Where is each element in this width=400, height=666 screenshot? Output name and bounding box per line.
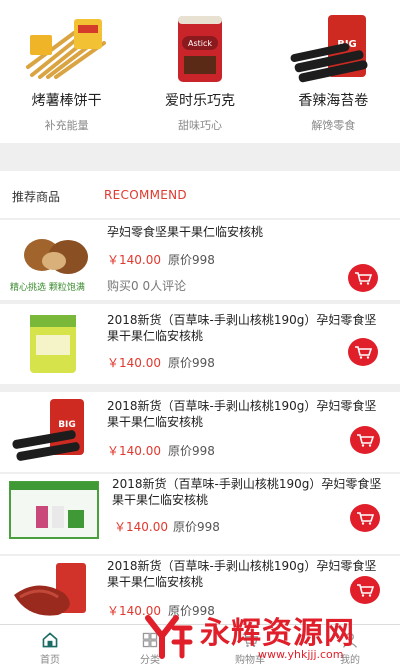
- recommend-header: 推荐商品 RECOMMEND: [0, 171, 400, 219]
- cart-icon: [355, 272, 372, 285]
- product-row[interactable]: 2018新货（百草味-手剥山核桃190g）孕妇零食坚果干果仁临安核桃 ￥140.…: [0, 304, 400, 384]
- add-to-cart-button[interactable]: [350, 504, 380, 532]
- cart-icon: [357, 512, 374, 525]
- watermark-url: www.yhkjjj.com: [258, 648, 344, 661]
- chocolate-tin-image: Astick: [145, 10, 254, 86]
- product-title: 2018新货（百草味-手剥山核桃190g）孕妇零食坚果干果仁临安核桃: [107, 313, 377, 343]
- svg-text:Astick: Astick: [188, 39, 212, 48]
- svg-text:BIG: BIG: [58, 420, 76, 430]
- product-row[interactable]: 精心挑选 颗粒饱满 孕妇零食坚果干果仁临安核桃 ￥140.00 原价998 购买…: [0, 220, 400, 300]
- category-name: 香辣海苔卷: [298, 93, 369, 109]
- category-strip: 烤薯棒饼干 补充能量 Astick 爱时乐巧克 甜味巧心 BIG: [0, 0, 400, 143]
- watermark-text: 永辉资源网: [200, 616, 355, 651]
- tab-home[interactable]: 首页: [0, 625, 100, 666]
- product-original-price: 原价998: [168, 444, 215, 458]
- watermark: 永辉资源网 www.yhkjjj.com: [140, 606, 398, 666]
- image-caption: 精心挑选 颗粒饱满: [10, 283, 85, 293]
- jerky-image: [8, 556, 98, 622]
- product-price: ￥140.00: [107, 356, 161, 370]
- product-original-price: 原价998: [173, 520, 220, 534]
- product-row[interactable]: 2018新货（百草味-手剥山核桃190g）孕妇零食坚果干果仁临安核桃 ￥140.…: [0, 474, 400, 554]
- product-price: ￥140.00: [114, 520, 168, 534]
- category-subtitle: 补充能量: [44, 119, 89, 132]
- add-to-cart-button[interactable]: [348, 338, 378, 366]
- category-card-sticks[interactable]: 烤薯棒饼干 补充能量: [0, 0, 133, 143]
- add-to-cart-button[interactable]: [350, 426, 380, 454]
- product-price: ￥140.00: [107, 444, 161, 458]
- product-title: 2018新货（百草味-手剥山核桃190g）孕妇零食坚果干果仁临安核桃: [107, 399, 377, 429]
- category-name: 爱时乐巧克: [164, 93, 235, 109]
- gift-box-image: [8, 474, 100, 546]
- product-original-price: 原价998: [168, 253, 215, 267]
- recommend-subtitle: RECOMMEND: [104, 188, 187, 202]
- snack-sticks-image: [12, 10, 121, 86]
- category-card-seaweed[interactable]: BIG 香辣海苔卷 解馋零食: [267, 0, 400, 143]
- cart-icon: [357, 584, 374, 597]
- category-name: 烤薯棒饼干: [31, 93, 102, 109]
- product-title: 2018新货（百草味-手剥山核桃190g）孕妇零食坚果干果仁临安核桃: [112, 477, 382, 507]
- cart-icon: [355, 346, 372, 359]
- product-price: ￥140.00: [107, 253, 161, 267]
- category-subtitle: 甜味巧心: [177, 119, 222, 132]
- home-icon: [42, 632, 58, 648]
- seaweed-roll-image: BIG: [279, 10, 388, 86]
- add-to-cart-button[interactable]: [350, 576, 380, 604]
- section-divider: [0, 143, 400, 171]
- tab-label: 首页: [40, 655, 60, 666]
- category-subtitle: 解馋零食: [311, 119, 356, 132]
- snack-bag-image: [8, 308, 98, 380]
- watermark-logo: [145, 615, 193, 659]
- product-title: 孕妇零食坚果干果仁临安核桃: [107, 225, 264, 239]
- product-meta: 购买0 0人评论: [107, 279, 187, 293]
- product-row[interactable]: BIG 2018新货（百草味-手剥山核桃190g）孕妇零食坚果干果仁临安核桃 ￥…: [0, 392, 400, 472]
- product-original-price: 原价998: [168, 356, 215, 370]
- category-card-chocolate[interactable]: Astick 爱时乐巧克 甜味巧心: [133, 0, 266, 143]
- recommend-title: 推荐商品: [12, 190, 61, 204]
- add-to-cart-button[interactable]: [348, 264, 378, 292]
- cart-icon: [357, 434, 374, 447]
- seaweed-roll-image: BIG: [8, 394, 98, 466]
- product-title: 2018新货（百草味-手剥山核桃190g）孕妇零食坚果干果仁临安核桃: [107, 559, 377, 589]
